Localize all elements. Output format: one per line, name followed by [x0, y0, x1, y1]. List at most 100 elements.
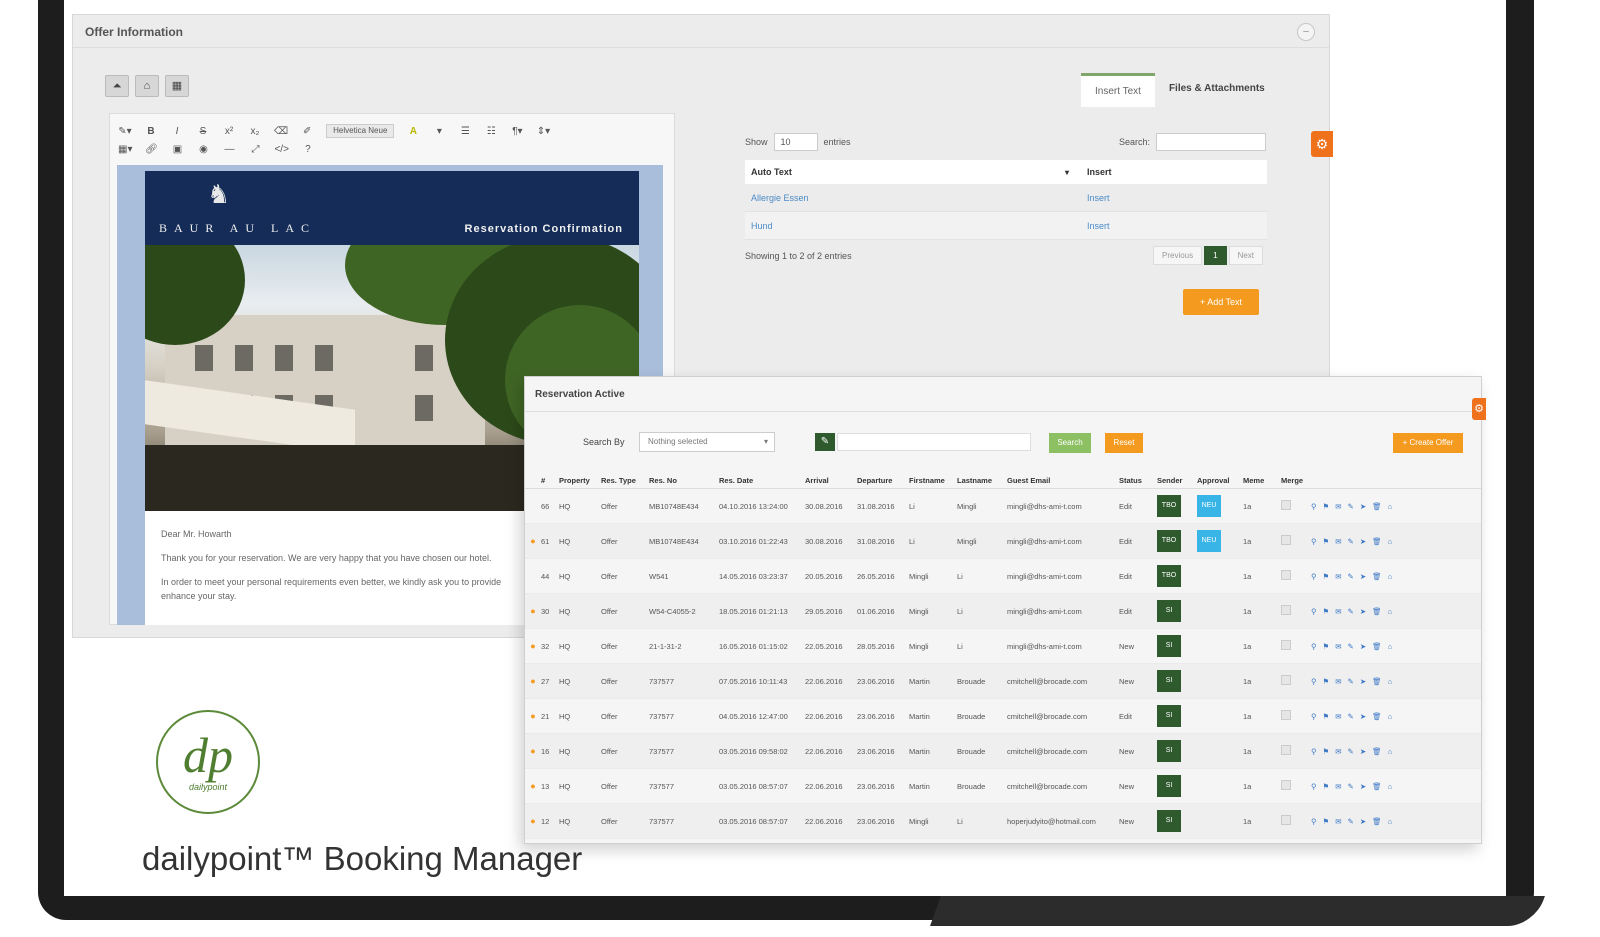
- trash-icon[interactable]: 🗑︎: [1372, 607, 1388, 616]
- search-icon[interactable]: ⚲: [1311, 782, 1323, 791]
- column-header[interactable]: Res. No: [649, 476, 719, 485]
- edit-icon[interactable]: ✎: [1348, 537, 1360, 546]
- code-view-icon[interactable]: </>: [274, 144, 288, 155]
- column-auto-text[interactable]: Auto Text: [745, 167, 1065, 177]
- merge-checkbox[interactable]: [1281, 745, 1291, 755]
- auto-text-link[interactable]: Allergie Essen: [745, 193, 1065, 203]
- home-icon[interactable]: ⌂: [1388, 537, 1399, 546]
- merge-checkbox[interactable]: [1281, 780, 1291, 790]
- magic-icon[interactable]: ✎▾: [118, 126, 132, 137]
- pagination-page[interactable]: 1: [1204, 246, 1227, 265]
- tab-files-attachments[interactable]: Files & Attachments: [1155, 73, 1279, 107]
- column-header[interactable]: Departure: [857, 476, 909, 485]
- merge-checkbox[interactable]: [1281, 605, 1291, 615]
- merge-checkbox[interactable]: [1281, 570, 1291, 580]
- sender-badge[interactable]: SI: [1157, 600, 1181, 622]
- edit-icon[interactable]: ✎: [1348, 502, 1360, 511]
- brush-icon[interactable]: ✐: [300, 126, 314, 137]
- grid-icon[interactable]: ▦: [165, 75, 189, 97]
- search-by-select[interactable]: Nothing selected ▾: [639, 432, 775, 452]
- flag-icon[interactable]: ⚑: [1323, 607, 1336, 616]
- column-header[interactable]: Approval: [1197, 476, 1243, 485]
- subscript-icon[interactable]: x₂: [248, 126, 262, 137]
- italic-icon[interactable]: I: [170, 126, 184, 137]
- send-icon[interactable]: ➤: [1360, 607, 1372, 616]
- trash-icon[interactable]: 🗑︎: [1372, 817, 1388, 826]
- mail-icon[interactable]: ✉: [1335, 712, 1347, 721]
- table-row[interactable]: 66 HQ Offer MB10748E434 04.10.2016 13:24:00 3…: [525, 489, 1481, 524]
- edit-icon[interactable]: ✎: [1348, 677, 1360, 686]
- flag-icon[interactable]: ⚑: [1323, 782, 1336, 791]
- table-row[interactable]: ● 30 HQ Offer W54-C4055-2 18.05.2016 01:21:13…: [525, 594, 1481, 629]
- home-icon[interactable]: ⌂: [1388, 747, 1399, 756]
- edit-icon[interactable]: ✎: [1348, 712, 1360, 721]
- search-input[interactable]: [1156, 133, 1267, 151]
- chevron-down-icon[interactable]: ▾: [432, 126, 446, 137]
- column-header[interactable]: Res. Type: [601, 476, 649, 485]
- highlight-color-icon[interactable]: A: [406, 126, 420, 137]
- approval-badge[interactable]: NEU: [1197, 530, 1221, 552]
- flag-icon[interactable]: ⚑: [1323, 537, 1336, 546]
- trash-icon[interactable]: 🗑︎: [1372, 537, 1388, 546]
- table-icon[interactable]: ▦▾: [118, 144, 132, 155]
- send-icon[interactable]: ➤: [1360, 817, 1372, 826]
- sender-badge[interactable]: SI: [1157, 705, 1181, 727]
- insert-link[interactable]: Insert: [1079, 221, 1267, 231]
- font-family-select[interactable]: Helvetica Neue: [326, 124, 395, 138]
- search-icon[interactable]: ⚲: [1311, 502, 1323, 511]
- column-header[interactable]: Sender: [1157, 476, 1197, 485]
- table-row[interactable]: ● 12 HQ Offer 737577 03.05.2016 08:57:07 22.06…: [525, 804, 1481, 839]
- sender-badge[interactable]: SI: [1157, 740, 1181, 762]
- sender-badge[interactable]: TBO: [1157, 530, 1181, 552]
- create-offer-button[interactable]: + Create Offer: [1393, 433, 1463, 453]
- table-row[interactable]: ● 21 HQ Offer 737577 04.05.2016 12:47:00 22.06…: [525, 699, 1481, 734]
- flag-icon[interactable]: ⚑: [1323, 572, 1336, 581]
- merge-checkbox[interactable]: [1281, 640, 1291, 650]
- trash-icon[interactable]: 🗑︎: [1372, 712, 1388, 721]
- merge-checkbox[interactable]: [1281, 710, 1291, 720]
- home-icon[interactable]: ⌂: [1388, 642, 1399, 651]
- search-icon[interactable]: ⚲: [1311, 607, 1323, 616]
- superscript-icon[interactable]: x²: [222, 126, 236, 137]
- reset-button[interactable]: Reset: [1105, 433, 1143, 453]
- column-header[interactable]: Guest Email: [1007, 476, 1119, 485]
- trash-icon[interactable]: 🗑︎: [1372, 502, 1388, 511]
- edit-icon[interactable]: ✎: [1348, 642, 1360, 651]
- merge-checkbox[interactable]: [1281, 815, 1291, 825]
- column-header[interactable]: #: [541, 476, 559, 485]
- mail-icon[interactable]: ✉: [1335, 642, 1347, 651]
- table-row[interactable]: ● 27 HQ Offer 737577 07.05.2016 10:11:43 22.06…: [525, 664, 1481, 699]
- column-header[interactable]: Status: [1119, 476, 1157, 485]
- search-icon[interactable]: ⚲: [1311, 572, 1323, 581]
- mail-icon[interactable]: ✉: [1335, 747, 1347, 756]
- edit-icon[interactable]: ✎: [1348, 747, 1360, 756]
- table-row[interactable]: ● 16 HQ Offer 737577 03.05.2016 09:58:02 22.06…: [525, 734, 1481, 769]
- table-row[interactable]: 44 HQ Offer W541 14.05.2016 03:23:37 20.05.20…: [525, 559, 1481, 594]
- merge-checkbox[interactable]: [1281, 675, 1291, 685]
- home-icon[interactable]: ⌂: [135, 75, 159, 97]
- video-icon[interactable]: ◉: [196, 144, 210, 155]
- numbered-list-icon[interactable]: ☷: [484, 126, 498, 137]
- sender-badge[interactable]: SI: [1157, 670, 1181, 692]
- send-icon[interactable]: ➤: [1360, 782, 1372, 791]
- gear-icon[interactable]: ⚙: [1311, 131, 1333, 157]
- search-input[interactable]: [837, 433, 1031, 451]
- trash-icon[interactable]: 🗑︎: [1372, 642, 1388, 651]
- sender-badge[interactable]: SI: [1157, 810, 1181, 832]
- send-icon[interactable]: ➤: [1360, 677, 1372, 686]
- upload-icon[interactable]: ⏶: [105, 75, 129, 97]
- search-icon[interactable]: ⚲: [1311, 677, 1323, 686]
- home-icon[interactable]: ⌂: [1388, 782, 1399, 791]
- flag-icon[interactable]: ⚑: [1323, 677, 1336, 686]
- column-header[interactable]: Firstname: [909, 476, 957, 485]
- link-icon[interactable]: 🔗︎: [144, 144, 158, 155]
- send-icon[interactable]: ➤: [1360, 537, 1372, 546]
- entries-select[interactable]: 10: [773, 133, 818, 151]
- pagination-previous[interactable]: Previous: [1153, 246, 1203, 265]
- search-icon[interactable]: ⚲: [1311, 537, 1323, 546]
- mail-icon[interactable]: ✉: [1335, 817, 1347, 826]
- home-icon[interactable]: ⌂: [1388, 572, 1399, 581]
- sender-badge[interactable]: SI: [1157, 775, 1181, 797]
- horizontal-rule-icon[interactable]: —: [222, 144, 236, 155]
- flag-icon[interactable]: ⚑: [1323, 712, 1336, 721]
